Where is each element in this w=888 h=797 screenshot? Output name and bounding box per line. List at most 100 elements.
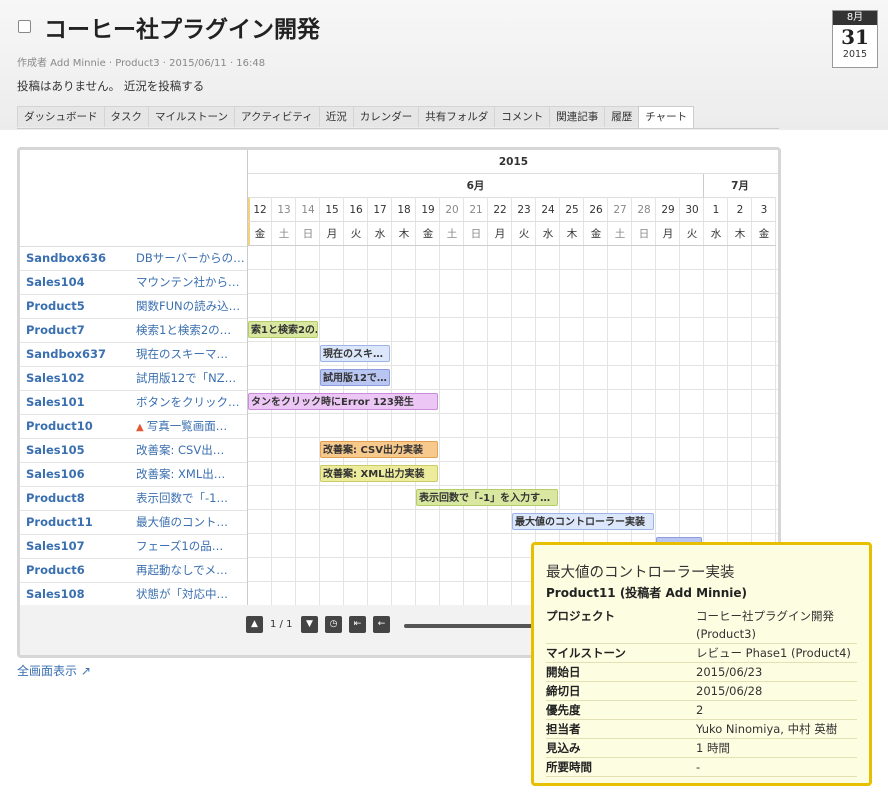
task-summary-link[interactable]: DBサーバーからの… <box>136 246 244 270</box>
task-summary-link[interactable]: 表示回数で「-1… <box>136 486 244 510</box>
task-row[interactable]: Sandbox637 現在のスキーマ… <box>20 342 247 367</box>
tab-4[interactable]: 近況 <box>318 106 354 127</box>
day-number: 28 <box>632 198 656 222</box>
task-summary-link[interactable]: 現在のスキーマ… <box>136 342 244 366</box>
day-number: 26 <box>584 198 608 222</box>
task-row[interactable]: Sales106 改善案: XML出… <box>20 462 247 487</box>
task-row[interactable]: Product5 関数FUNの読み込… <box>20 294 247 319</box>
scroll-start-button[interactable]: ⇤ <box>349 616 366 633</box>
task-row[interactable]: Sales105 改善案: CSV出… <box>20 438 247 463</box>
calendar-day: 31 <box>841 25 869 49</box>
task-row[interactable]: Product11 最大値のコント… <box>20 510 247 535</box>
day-weekday: 土 <box>440 222 464 246</box>
complete-checkbox[interactable] <box>18 20 31 33</box>
tab-6[interactable]: 共有フォルダ <box>418 106 496 127</box>
task-bar[interactable]: 現在のスキ… <box>320 345 390 362</box>
task-row[interactable]: Sales108 状態が「対応中… <box>20 582 247 605</box>
task-summary-link[interactable]: ▲ 写真一覧画面… <box>136 414 244 440</box>
day-number: 17 <box>368 198 392 222</box>
task-key-link[interactable]: Product11 <box>26 510 93 534</box>
scroll-left-button[interactable]: ← <box>373 616 390 633</box>
task-bar[interactable]: 表示回数で「-1」を入力す… <box>416 489 558 506</box>
post-status-link[interactable]: 近況を投稿する <box>124 79 205 93</box>
timeline-row <box>248 294 778 318</box>
tab-8[interactable]: 関連記事 <box>549 106 606 127</box>
task-summary-text: 再起動なしでメ… <box>136 563 228 577</box>
task-summary-text: 状態が「対応中… <box>136 587 228 601</box>
task-key-link[interactable]: Product6 <box>26 558 85 582</box>
task-row[interactable]: Sales107 フェーズ1の品… <box>20 534 247 559</box>
day-weekday: 金 <box>416 222 440 246</box>
task-key-link[interactable]: Product10 <box>26 414 93 438</box>
day-weekday: 火 <box>512 222 536 246</box>
tab-10[interactable]: チャート <box>638 106 695 129</box>
task-key-link[interactable]: Sales106 <box>26 462 85 486</box>
zoom-slider[interactable] <box>404 624 544 628</box>
tab-1[interactable]: タスク <box>103 106 149 127</box>
tooltip-field-label: 所要時間 <box>546 760 592 774</box>
tooltip-field-label: 優先度 <box>546 703 581 717</box>
task-summary-link[interactable]: 検索1と検索2の… <box>136 318 244 342</box>
task-key-link[interactable]: Sandbox637 <box>26 342 106 366</box>
tooltip-field-label: 担当者 <box>546 722 581 736</box>
today-clock-button[interactable]: ◷ <box>325 616 342 633</box>
task-row[interactable]: Sales102 試用版12で「NZ… <box>20 366 247 391</box>
day-weekday: 日 <box>464 222 488 246</box>
tab-3[interactable]: アクティビティ <box>233 106 320 127</box>
task-summary-link[interactable]: 最大値のコント… <box>136 510 244 534</box>
task-key-link[interactable]: Product8 <box>26 486 85 510</box>
gantt-timeline[interactable]: 2015 6月 7月 12 金 13 土 14 日 15 月 16 火 17 水 18 木 19 金 20 土 21 日 22… <box>247 150 778 605</box>
task-key-link[interactable]: Sales101 <box>26 390 85 414</box>
task-row[interactable]: Product7 検索1と検索2の… <box>20 318 247 343</box>
task-row[interactable]: Sandbox636 DBサーバーからの… <box>20 246 247 271</box>
task-key-link[interactable]: Sales104 <box>26 270 85 294</box>
full-screen-link[interactable]: 全画面表示 ↗ <box>17 662 91 679</box>
task-bar[interactable]: 索1と検索2の… <box>248 321 318 338</box>
tab-7[interactable]: コメント <box>494 106 551 127</box>
tab-2[interactable]: マイルストーン <box>148 106 235 127</box>
task-bar[interactable]: タンをクリック時にError 123発生 <box>248 393 438 410</box>
task-key-link[interactable]: Sandbox636 <box>26 246 106 270</box>
task-summary-link[interactable]: 改善案: XML出… <box>136 462 244 486</box>
task-key-link[interactable]: Sales105 <box>26 438 85 462</box>
task-summary-link[interactable]: マウンテン社から… <box>136 270 244 294</box>
task-summary-text: 最大値のコント… <box>136 515 228 529</box>
task-summary-link[interactable]: 改善案: CSV出… <box>136 438 244 462</box>
day-weekday: 木 <box>728 222 752 246</box>
page-down-button[interactable]: ▼ <box>301 616 318 633</box>
task-summary-text: 改善案: XML出… <box>136 467 226 481</box>
tooltip-fields: プロジェクト コーヒー社プラグイン開発 (Product3) マイルストーン レビュー… <box>546 607 857 777</box>
task-summary-link[interactable]: 関数FUNの読み込… <box>136 294 244 318</box>
page-up-button[interactable]: ▲ <box>246 616 263 633</box>
task-summary-link[interactable]: ボタンをクリック… <box>136 390 244 414</box>
tab-0[interactable]: ダッシュボード <box>17 106 105 127</box>
task-key-link[interactable]: Sales102 <box>26 366 85 390</box>
day-number: 20 <box>440 198 464 222</box>
task-row[interactable]: Product6 再起動なしでメ… <box>20 558 247 583</box>
timeline-row <box>248 318 778 342</box>
task-summary-link[interactable]: 状態が「対応中… <box>136 582 244 605</box>
task-bar[interactable]: 最大値のコントローラー実装 <box>512 513 654 530</box>
task-row[interactable]: Sales101 ボタンをクリック… <box>20 390 247 415</box>
task-row[interactable]: Product8 表示回数で「-1… <box>20 486 247 511</box>
task-bar[interactable]: 改善案: CSV出力実装 <box>320 441 438 458</box>
tab-9[interactable]: 履歴 <box>604 106 640 127</box>
task-summary-link[interactable]: フェーズ1の品… <box>136 534 244 558</box>
task-key-link[interactable]: Product5 <box>26 294 85 318</box>
task-bar[interactable]: 試用版12で… <box>320 369 390 386</box>
day-number: 19 <box>416 198 440 222</box>
tab-5[interactable]: カレンダー <box>352 106 420 127</box>
task-list-header <box>20 150 247 247</box>
tooltip-field: 所要時間 - <box>546 758 857 777</box>
task-row[interactable]: Sales104 マウンテン社から… <box>20 270 247 295</box>
day-weekday: 土 <box>272 222 296 246</box>
task-summary-link[interactable]: 試用版12で「NZ… <box>136 366 244 390</box>
task-key-link[interactable]: Product7 <box>26 318 85 342</box>
task-summary-link[interactable]: 再起動なしでメ… <box>136 558 244 582</box>
gantt-task-list: Sandbox636 DBサーバーからの… Sales104 マウンテン社から… Pro… <box>20 150 247 605</box>
task-bar[interactable]: 改善案: XML出力実装 <box>320 465 438 482</box>
day-number: 21 <box>464 198 488 222</box>
task-key-link[interactable]: Sales107 <box>26 534 85 558</box>
task-row[interactable]: Product10 ▲ 写真一覧画面… <box>20 414 247 439</box>
task-key-link[interactable]: Sales108 <box>26 582 85 605</box>
